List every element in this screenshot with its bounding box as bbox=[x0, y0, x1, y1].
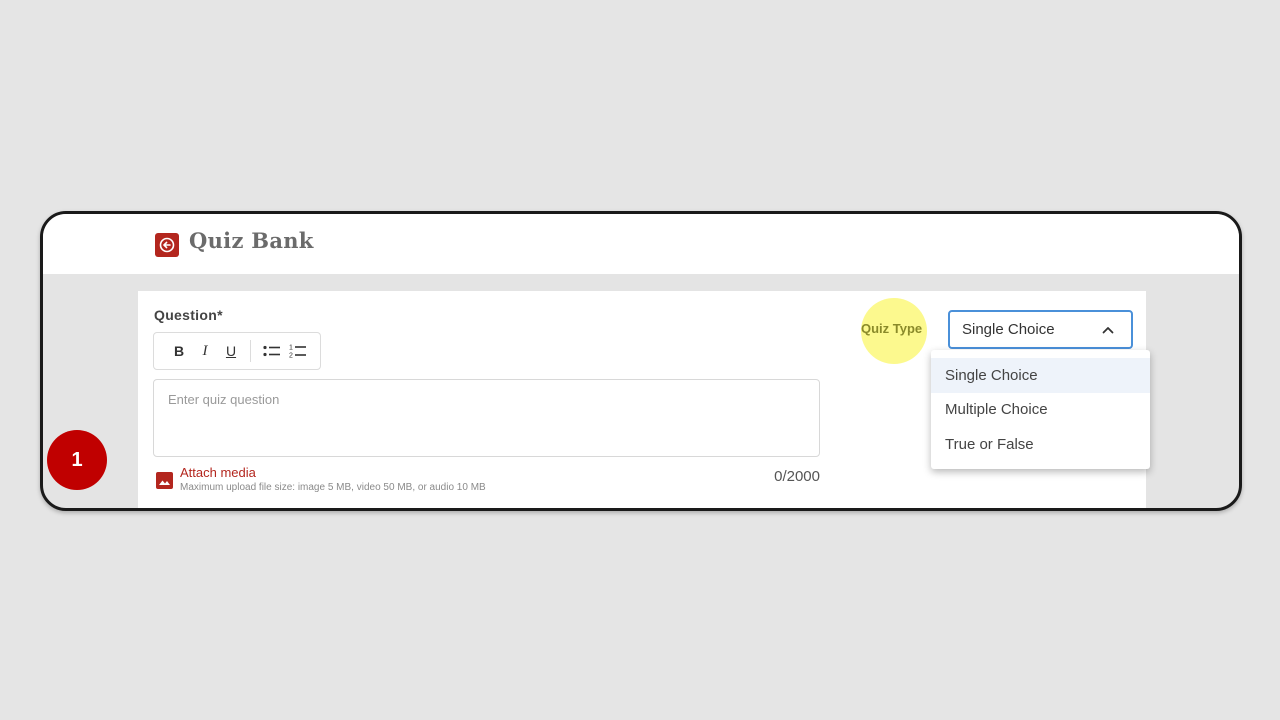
app-frame: Quiz Bank Question* B I U 1 2 Enter quiz… bbox=[40, 211, 1242, 511]
bold-button[interactable]: B bbox=[166, 338, 192, 364]
page-header: Quiz Bank bbox=[43, 214, 1239, 274]
svg-text:2: 2 bbox=[289, 353, 293, 360]
quiz-type-select[interactable]: Single Choice bbox=[948, 310, 1133, 349]
numbered-list-button[interactable]: 1 2 bbox=[285, 338, 311, 364]
bulleted-list-button[interactable] bbox=[259, 338, 285, 364]
numbered-list-icon: 1 2 bbox=[289, 345, 306, 360]
underline-button[interactable]: U bbox=[218, 338, 244, 364]
svg-text:1: 1 bbox=[289, 345, 293, 352]
quiz-type-dropdown-menu: Single Choice Multiple Choice True or Fa… bbox=[931, 350, 1150, 469]
upload-size-hint: Maximum upload file size: image 5 MB, vi… bbox=[180, 482, 486, 493]
page-title: Quiz Bank bbox=[189, 228, 314, 253]
arrow-left-icon bbox=[159, 237, 175, 253]
option-single-choice[interactable]: Single Choice bbox=[931, 358, 1150, 393]
character-count: 0/2000 bbox=[774, 468, 820, 485]
option-true-or-false[interactable]: True or False bbox=[931, 427, 1150, 462]
question-label: Question* bbox=[154, 307, 223, 323]
option-multiple-choice[interactable]: Multiple Choice bbox=[931, 393, 1150, 428]
toolbar-divider bbox=[250, 340, 251, 362]
formatting-toolbar: B I U 1 2 bbox=[153, 332, 321, 370]
back-button[interactable] bbox=[155, 233, 179, 257]
step-number-badge: 1 bbox=[47, 430, 107, 490]
italic-button[interactable]: I bbox=[192, 338, 218, 364]
quiz-type-label: Quiz Type bbox=[861, 321, 923, 336]
question-input[interactable] bbox=[153, 379, 820, 457]
attach-media-link[interactable]: Attach media bbox=[180, 465, 256, 480]
quiz-type-selected-value: Single Choice bbox=[962, 321, 1055, 338]
image-icon[interactable] bbox=[156, 472, 173, 489]
bulleted-list-icon bbox=[263, 345, 280, 357]
chevron-up-icon bbox=[1102, 327, 1114, 334]
